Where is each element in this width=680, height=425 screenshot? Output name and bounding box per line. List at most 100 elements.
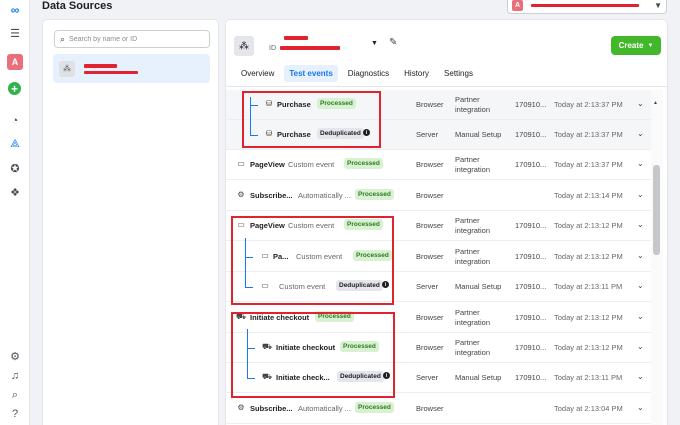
highlight-box: [231, 216, 394, 305]
event-id: 170910...: [515, 252, 547, 261]
event-id: 170910...: [515, 221, 547, 230]
event-method: Partner integration: [455, 247, 491, 266]
event-name: Subscribe...: [250, 404, 293, 413]
dashboard-gauge-icon[interactable]: ◔: [7, 113, 23, 129]
scrollbar-track[interactable]: [651, 90, 663, 425]
event-method: Manual Setup: [455, 130, 502, 139]
highlight-box: [231, 312, 395, 398]
create-button[interactable]: Create ▼: [611, 36, 661, 55]
edit-pencil-icon[interactable]: ✎: [389, 37, 397, 48]
pixel-id-label: ID: [269, 45, 340, 52]
chevron-down-icon: ▼: [647, 42, 654, 49]
menu-icon[interactable]: ☰: [7, 25, 23, 41]
event-source: Browser: [416, 191, 444, 200]
event-method: Partner integration: [455, 338, 491, 357]
event-source: Server: [416, 130, 439, 139]
settings-gear-icon[interactable]: ⚙: [7, 348, 23, 364]
chevron-down-icon[interactable]: ⌄: [637, 220, 644, 229]
stack-icon[interactable]: ❖: [7, 184, 23, 200]
create-button-label: Create: [618, 41, 644, 50]
event-source: Browser: [416, 343, 444, 352]
scroll-up-arrow-icon[interactable]: ▲: [653, 100, 658, 106]
notifications-bell-icon[interactable]: ♫: [7, 368, 23, 384]
data-source-list-panel: ⌕ ⁂: [42, 19, 219, 425]
scrollbar-thumb[interactable]: [653, 165, 660, 255]
chevron-down-icon[interactable]: ⌄: [637, 312, 644, 321]
event-method: Partner integration: [455, 95, 491, 114]
tab-settings[interactable]: Settings: [439, 65, 478, 82]
chevron-down-icon[interactable]: ⌄: [637, 99, 644, 108]
redacted-pixel-id: [279, 46, 340, 50]
subscribe-icon: ⚙: [237, 190, 245, 199]
event-time: Today at 2:13:12 PM: [554, 343, 623, 352]
subscribe-icon: ⚙: [237, 403, 245, 412]
search-box[interactable]: ⌕: [54, 30, 210, 48]
account-selector[interactable]: A ▼: [507, 0, 667, 14]
event-name: Subscribe...: [250, 191, 293, 200]
id-prefix: ID: [269, 45, 276, 52]
search-icon: ⌕: [60, 33, 66, 44]
event-source: Server: [416, 373, 439, 382]
status-badge: Processed: [355, 402, 394, 413]
account-avatar-small: A: [512, 0, 523, 11]
create-plus-icon[interactable]: +: [8, 82, 21, 96]
event-row[interactable]: ⚙ Subscribe... Automatically ... Process…: [226, 181, 651, 211]
data-sources-icon[interactable]: ⟁: [7, 136, 23, 152]
event-row[interactable]: ⚙ Subscribe... Automatically ... Process…: [226, 394, 651, 424]
star-icon[interactable]: ✪: [7, 160, 23, 176]
highlight-box: [242, 91, 381, 148]
redacted-pixel-name: [284, 36, 308, 40]
search-input[interactable]: [69, 35, 200, 43]
data-source-item[interactable]: ⁂: [53, 54, 210, 83]
chevron-down-icon: ▼: [654, 0, 662, 10]
tab-divider: [226, 86, 667, 87]
event-row[interactable]: ▭ PageView Custom event Processed Browse…: [226, 150, 651, 180]
meta-logo-icon[interactable]: ∞: [7, 2, 23, 18]
tab-bar: Overview Test events Diagnostics History…: [236, 65, 483, 82]
event-source: Browser: [416, 100, 444, 109]
event-id: 170910...: [515, 282, 547, 291]
event-method: Partner integration: [455, 216, 491, 235]
event-time: Today at 2:13:37 PM: [554, 160, 623, 169]
tab-test-events[interactable]: Test events: [284, 65, 338, 82]
event-method: Manual Setup: [455, 373, 502, 382]
chevron-down-icon[interactable]: ⌄: [637, 190, 644, 199]
left-nav-rail: ∞ ☰ A + ◔ ⟁ ✪ ❖ ⚙ ♫ ⌕ ?: [0, 0, 30, 425]
event-id: 170910...: [515, 343, 547, 352]
event-id: 170910...: [515, 313, 547, 322]
chevron-down-icon[interactable]: ⌄: [637, 403, 644, 412]
page-title: Data Sources: [42, 0, 113, 12]
event-name: PageView: [250, 160, 285, 169]
event-method: Manual Setup: [455, 282, 502, 291]
event-id: 170910...: [515, 130, 547, 139]
event-method: Partner integration: [455, 155, 491, 174]
pixel-icon: ⁂: [234, 36, 254, 56]
redacted-source-id: [84, 70, 138, 74]
chevron-down-icon[interactable]: ⌄: [637, 159, 644, 168]
tab-overview[interactable]: Overview: [236, 65, 279, 82]
chevron-down-icon[interactable]: ⌄: [637, 281, 644, 290]
account-avatar[interactable]: A: [7, 54, 23, 70]
tab-history[interactable]: History: [399, 65, 434, 82]
status-badge: Processed: [355, 189, 394, 200]
data-source-detail-panel: ⁂ ID ▼ ✎ Create ▼ Overview Test events D…: [225, 19, 668, 425]
event-time: Today at 2:13:12 PM: [554, 252, 623, 261]
event-time: Today at 2:13:11 PM: [554, 373, 623, 382]
redacted-account-name: [531, 3, 639, 7]
event-source: Browser: [416, 404, 444, 413]
chevron-down-icon[interactable]: ⌄: [637, 251, 644, 260]
tab-diagnostics[interactable]: Diagnostics: [343, 65, 394, 82]
pixel-dropdown-caret-icon[interactable]: ▼: [371, 40, 378, 47]
chevron-down-icon[interactable]: ⌄: [637, 372, 644, 381]
search-icon[interactable]: ⌕: [7, 387, 23, 403]
event-source: Browser: [416, 221, 444, 230]
chevron-down-icon[interactable]: ⌄: [637, 129, 644, 138]
pageview-icon: ▭: [237, 159, 245, 168]
status-badge: Processed: [344, 158, 383, 169]
help-icon[interactable]: ?: [7, 406, 23, 422]
chevron-down-icon[interactable]: ⌄: [637, 342, 644, 351]
event-source: Server: [416, 282, 439, 291]
event-source: Browser: [416, 252, 444, 261]
event-type: Custom event: [288, 160, 335, 169]
event-time: Today at 2:13:37 PM: [554, 100, 623, 109]
